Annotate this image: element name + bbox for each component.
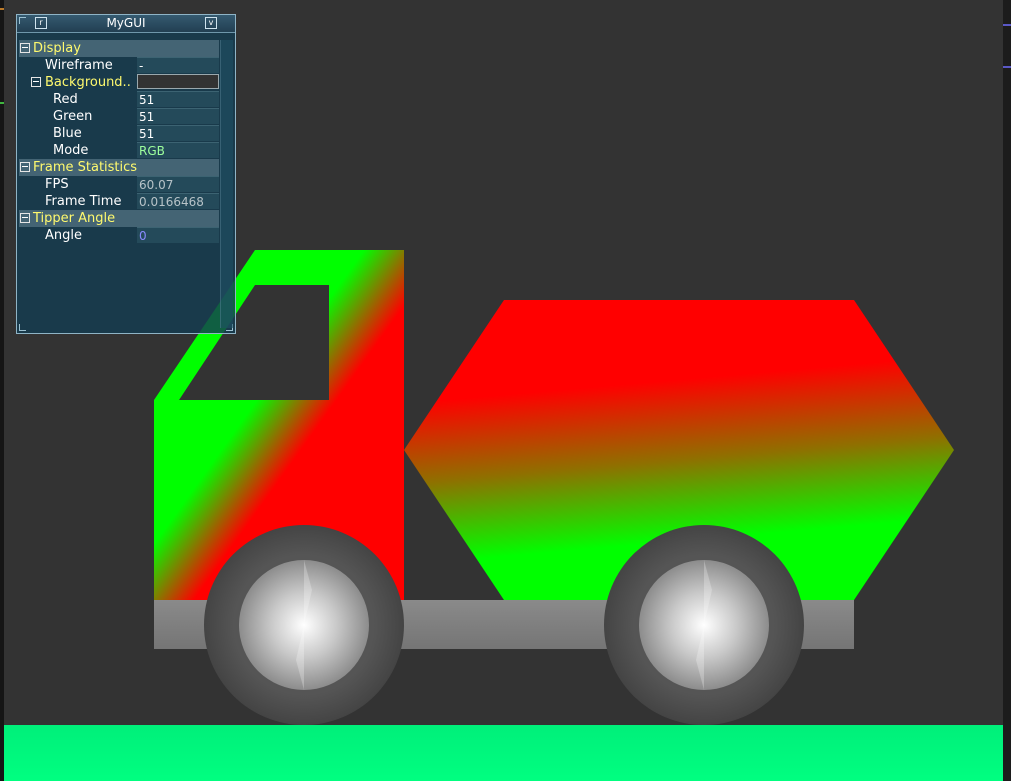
property-value[interactable]: - <box>137 57 219 73</box>
resize-corner-icon[interactable] <box>19 17 26 24</box>
rear-wheel <box>604 525 804 725</box>
minus-box-icon[interactable] <box>20 43 30 53</box>
mygui-panel[interactable]: r MyGUI v Display Wireframe - Background… <box>16 14 236 334</box>
property-mode[interactable]: Mode RGB <box>19 142 219 159</box>
property-value[interactable]: 51 <box>137 108 219 124</box>
ground-plane <box>4 725 1003 781</box>
property-blue[interactable]: Blue 51 <box>19 125 219 142</box>
property-frame-time: Frame Time 0.0166468 <box>19 193 219 210</box>
minus-box-icon[interactable] <box>20 162 30 172</box>
property-label: Blue <box>53 126 82 141</box>
property-value[interactable]: 0 <box>137 227 219 243</box>
property-green[interactable]: Green 51 <box>19 108 219 125</box>
section-frame-statistics[interactable]: Frame Statistics <box>19 159 219 176</box>
property-wireframe[interactable]: Wireframe - <box>19 57 219 74</box>
section-label: Frame Statistics <box>33 160 138 175</box>
section-label: Display <box>33 41 81 56</box>
property-label: Angle <box>45 228 82 243</box>
property-value: 60.07 <box>137 176 219 192</box>
property-tree: Display Wireframe - Background.. Red 51 … <box>19 40 219 244</box>
chevron-down-icon[interactable]: v <box>205 17 217 29</box>
section-display[interactable]: Display <box>19 40 219 57</box>
background-color-swatch[interactable] <box>137 74 219 89</box>
section-label: Tipper Angle <box>33 211 116 226</box>
property-label: Frame Time <box>45 194 122 209</box>
property-red[interactable]: Red 51 <box>19 91 219 108</box>
property-value[interactable]: RGB <box>137 142 219 158</box>
property-value[interactable]: 51 <box>137 91 219 107</box>
render-viewport: r MyGUI v Display Wireframe - Background… <box>0 0 1011 781</box>
panel-title: MyGUI <box>106 16 146 30</box>
front-wheel <box>204 525 404 725</box>
minus-box-icon[interactable] <box>20 213 30 223</box>
panel-title-bar[interactable]: r MyGUI v <box>17 15 235 33</box>
property-label: FPS <box>45 177 69 192</box>
property-value: 0.0166468 <box>137 193 219 209</box>
property-background[interactable]: Background.. <box>19 74 219 91</box>
property-fps: FPS 60.07 <box>19 176 219 193</box>
minus-box-icon[interactable] <box>31 77 41 87</box>
panel-scrollbar[interactable] <box>220 40 233 328</box>
property-angle[interactable]: Angle 0 <box>19 227 219 244</box>
property-label: Red <box>53 92 78 107</box>
resize-corner-icon[interactable] <box>19 324 26 331</box>
property-label: Green <box>53 109 93 124</box>
section-tipper-angle[interactable]: Tipper Angle <box>19 210 219 227</box>
property-value[interactable]: 51 <box>137 125 219 141</box>
property-label: Background.. <box>45 75 131 90</box>
property-label: Wireframe <box>45 58 113 73</box>
property-label: Mode <box>53 143 89 158</box>
